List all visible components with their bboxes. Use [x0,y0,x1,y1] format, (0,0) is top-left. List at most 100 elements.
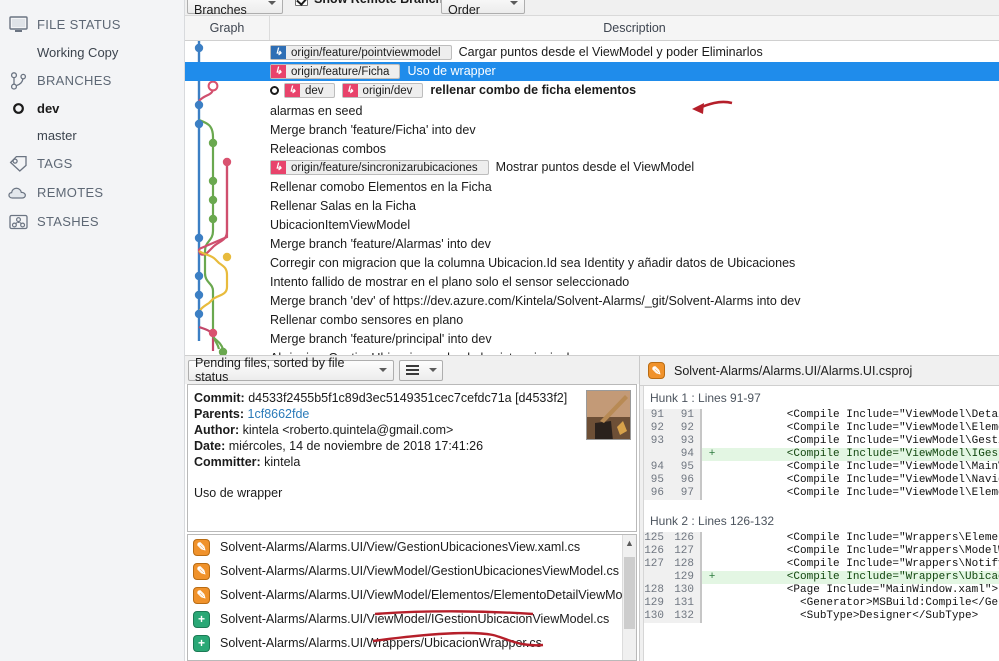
chevron-down-icon [429,368,437,372]
file-list-scrollbar[interactable]: ▲ [622,535,636,660]
stash-icon [8,212,28,232]
commit-row[interactable]: Merge branch 'feature/Ficha' into dev [185,120,999,139]
commit-row[interactable]: Rellenar comobo Elementos en la Ficha [185,177,999,196]
author-line: Author: kintela <roberto.quintela@gmail.… [194,422,630,438]
diff-new-line-number: 127 [668,545,700,558]
file-path-label: Solvent-Alarms/Alarms.UI/ViewModel/Eleme… [220,588,623,602]
head-indicator-icon [270,86,279,96]
chevron-down-icon [379,368,387,372]
added-file-icon: + [193,634,210,652]
commit-row[interactable]: Rellenar Salas en la Ficha [185,196,999,215]
column-header-graph[interactable]: Graph [185,16,270,40]
sidebar-item-file-status[interactable]: FILE STATUS [0,10,184,39]
diff-old-line-number: 94 [640,461,668,474]
column-header-description[interactable]: Description [270,16,999,40]
parents-value[interactable]: 1cf8662fde [248,407,310,421]
diff-panel: ✎ Solvent-Alarms/Alarms.UI/Alarms.UI.csp… [640,356,999,661]
changed-files-list[interactable]: ✎ Solvent-Alarms/Alarms.UI/View/GestionUb… [187,534,637,661]
branch-glyph-icon: ↳ [271,46,286,60]
diff-body[interactable]: Hunk 1 : Lines 91-97 91 91 <Compile Includ… [640,386,999,661]
commit-message-text: Cargar puntos desde el ViewModel y poder… [458,44,763,59]
branch-glyph-icon: ↳ [271,161,286,175]
commit-row[interactable]: ↳ origin/feature/pointviewmodel Cargar pun… [185,43,999,62]
branch-ref-badge[interactable]: ↳ origin/feature/sincronizarubicaciones [270,160,489,176]
diff-new-line-number: 94 [668,448,700,461]
diff-change-marker [700,597,722,610]
branch-ref-label: origin/feature/sincronizarubicaciones [291,161,478,174]
file-list-item[interactable]: ✎ Solvent-Alarms/Alarms.UI/ViewModel/Elem… [188,583,636,607]
diff-line: 128 130 <Page Include="MainWindow.xaml"> [640,584,999,597]
commit-row[interactable]: Intento fallido de mostrar en el plano s… [185,272,999,291]
avatar [586,390,631,440]
file-view-menu-button[interactable] [399,359,443,381]
sidebar-label-branches: BRANCHES [37,73,112,88]
file-sort-label: Pending files, sorted by file status [195,356,345,384]
diff-line: 9697 <Compile Include="ViewModel\Element… [640,487,999,500]
diff-old-line-number: 96 [640,487,668,500]
sidebar-item-tags[interactable]: TAGS [0,149,184,178]
diff-change-marker [700,474,722,487]
circle-icon [8,102,28,115]
branch-ref-badge[interactable]: ↳ origin/dev [341,83,424,99]
commit-row[interactable]: Merge branch 'dev' of https://dev.azure.… [185,291,999,310]
commit-row[interactable]: Abrir view GestionUbicaciones desde la v… [185,348,999,356]
sidebar-item-branches[interactable]: BRANCHES [0,66,184,95]
sidebar-item-remotes[interactable]: REMOTES [0,178,184,207]
commit-row[interactable]: UbicacionItemViewModel [185,215,999,234]
commit-row[interactable]: Merge branch 'feature/Alarmas' into dev [185,234,999,253]
commit-row-content: ↳ origin/feature/sincronizarubicaciones Mo… [270,160,694,176]
branch-ref-badge[interactable]: ↳ origin/feature/pointviewmodel [270,45,452,61]
diff-line: 127128 <Compile Include="Wrappers\Notify… [640,558,999,571]
sidebar-item-master[interactable]: master [0,122,184,149]
sidebar-item-dev[interactable]: dev [0,95,184,122]
commit-row-content: ↳ origin/feature/pointviewmodel Cargar pun… [270,44,763,61]
file-list-item[interactable]: + Solvent-Alarms/Alarms.UI/Wrappers/Ubica… [188,631,636,655]
diff-old-line-number: 127 [640,558,668,571]
branch-ref-badge[interactable]: ↳ origin/feature/Ficha [270,64,401,80]
show-remote-branches-checkbox[interactable]: Show Remote Branches [295,0,457,6]
diff-line: 9596 <Compile Include="ViewModel\Navigat… [640,474,999,487]
diff-code-text: <Compile Include="Wrappers\UbicacionWrap… [722,571,999,584]
committer-value: kintela [264,455,301,469]
date-value: miércoles, 14 de noviembre de 2018 17:41… [228,439,484,453]
tag-icon [8,154,28,174]
diff-new-line-number: 131 [668,597,700,610]
commit-row[interactable]: ↳ origin/feature/Ficha Uso de wrapper [185,62,999,81]
order-dropdown[interactable]: Date Order [441,0,525,17]
branch-glyph-icon: ↳ [271,65,286,79]
sidebar-item-working-copy[interactable]: Working Copy [0,39,184,66]
commit-row[interactable]: alarmas en seed [185,101,999,120]
file-sort-dropdown[interactable]: Pending files, sorted by file status [188,356,394,384]
hunk-title: Hunk 2 : Lines 126-132 [640,509,999,532]
commit-row[interactable]: Merge branch 'feature/principal' into de… [185,329,999,348]
sidebar-label-file-status: FILE STATUS [37,17,121,32]
branch-ref-label: origin/feature/Ficha [291,65,390,78]
scrollbar-thumb[interactable] [624,557,635,629]
diff-code-text: <Compile Include="ViewModel\GestionUbica… [786,435,999,447]
diff-line: 94+ <Compile Include="ViewModel\IGestion… [640,448,999,461]
file-path-label: Solvent-Alarms/Alarms.UI/ViewModel/IGest… [220,612,610,626]
file-path-label: Solvent-Alarms/Alarms.UI/Wrappers/Ubicac… [220,636,542,650]
file-list-item[interactable]: ✎ Solvent-Alarms/Alarms.UI/View/GestionUb… [188,535,636,559]
branch-ref-badge[interactable]: ↳ dev [284,83,335,99]
commit-row[interactable]: Corregir con migracion que la columna Ub… [185,253,999,272]
file-list-item[interactable]: ✎ Solvent-Alarms/Alarms.UI/ViewModel/Gest… [188,559,636,583]
commit-row[interactable]: Releacionas combos [185,139,999,158]
commit-message-text: Releacionas combos [270,141,387,156]
commit-row[interactable]: Rellenar combo sensores en plano [185,310,999,329]
commit-row[interactable]: ↳ origin/feature/sincronizarubicaciones Mo… [185,158,999,177]
commit-list[interactable]: ↳ origin/feature/pointviewmodel Cargar pun… [185,41,999,355]
branch-glyph-icon: ↳ [285,84,300,98]
scroll-up-icon[interactable]: ▲ [623,535,636,550]
commit-row[interactable]: ↳ dev ↳ origin/dev rellenar combo de ficha e… [185,81,999,100]
commit-row-content: alarmas en seed [270,104,362,118]
parents-line: Parents: 1cf8662fde [194,406,630,422]
sidebar-item-stashes[interactable]: STASHES [0,207,184,236]
diff-code-text: <Compile Include="Wrappers\ModelWrapper.… [786,545,999,557]
branch-filter-dropdown[interactable]: All Branches [187,0,283,17]
file-path-label: Solvent-Alarms/Alarms.UI/View/GestionUbi… [220,540,581,554]
commit-message-text: UbicacionItemViewModel [270,217,411,232]
file-list-item[interactable]: + Solvent-Alarms/Alarms.UI/ViewModel/IGes… [188,607,636,631]
commit-row-content: Rellenar comobo Elementos en la Ficha [270,180,492,194]
diff-line: 129131 <Generator>MSBuild:Compile</Gener… [640,597,999,610]
